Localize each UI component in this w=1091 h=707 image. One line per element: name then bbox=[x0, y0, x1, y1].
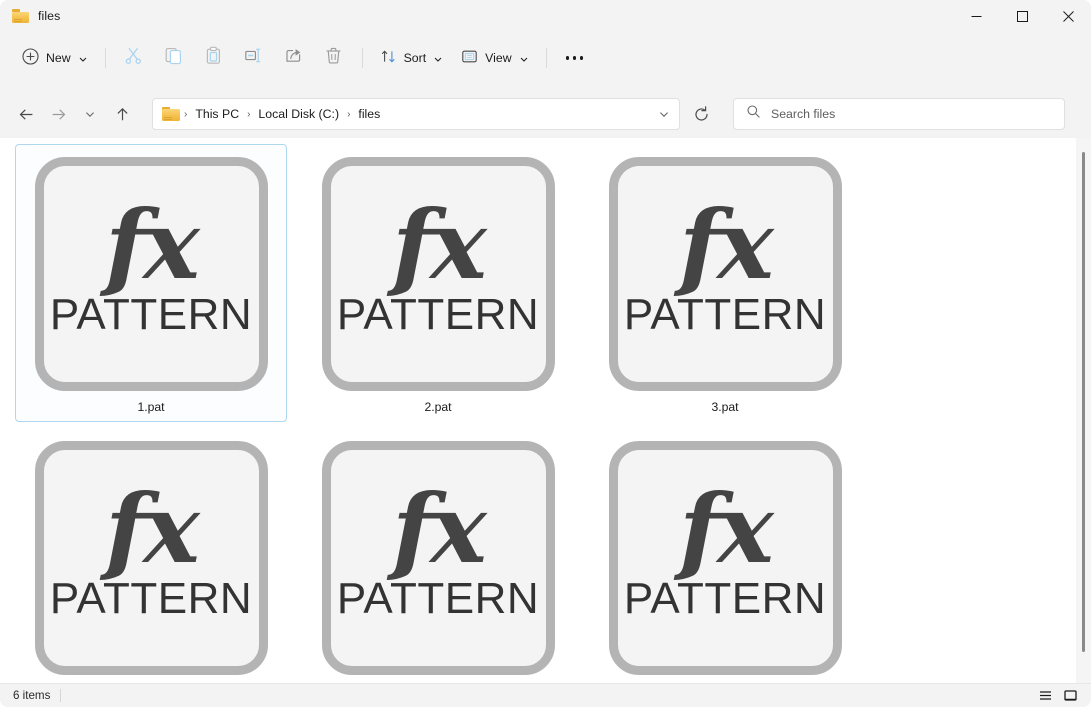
ellipsis-icon bbox=[565, 56, 584, 60]
explorer-window: files New Sort View › This PC › Local Di… bbox=[0, 0, 1091, 707]
minimize-button[interactable] bbox=[953, 0, 999, 32]
refresh-button[interactable] bbox=[684, 97, 718, 131]
share-button[interactable] bbox=[275, 42, 313, 74]
address-bar-end bbox=[651, 101, 677, 127]
status-divider bbox=[60, 689, 62, 702]
up-button[interactable] bbox=[106, 98, 138, 130]
pattern-file-icon: fx PATTERN bbox=[321, 157, 555, 391]
file-item[interactable]: fx PATTERN 1.pat bbox=[15, 144, 287, 422]
toolbar-divider-3 bbox=[545, 48, 547, 68]
search-input[interactable]: Search files bbox=[771, 107, 835, 121]
view-button[interactable]: View bbox=[452, 42, 537, 74]
toolbar-divider-1 bbox=[104, 48, 106, 68]
scissors-icon bbox=[124, 46, 143, 70]
fx-glyph: fx bbox=[105, 473, 199, 585]
sort-button-label: Sort bbox=[403, 51, 427, 65]
fx-glyph: fx bbox=[105, 189, 199, 301]
chevron-down-icon bbox=[519, 53, 529, 63]
file-name: 2.pat bbox=[424, 400, 452, 414]
window-controls bbox=[953, 0, 1091, 32]
rename-icon bbox=[244, 46, 263, 70]
large-icons-view-button[interactable] bbox=[1059, 686, 1081, 706]
search-box[interactable]: Search files bbox=[733, 98, 1065, 130]
file-name: 1.pat bbox=[137, 400, 165, 414]
plus-circle-icon bbox=[22, 48, 39, 68]
status-bar-left: 6 items bbox=[0, 689, 62, 702]
delete-button[interactable] bbox=[315, 42, 353, 74]
chevron-down-icon bbox=[433, 53, 443, 63]
address-bar-row: › This PC › Local Disk (C:) › files Sear… bbox=[0, 94, 1091, 134]
pattern-file-icon: fx PATTERN bbox=[34, 441, 268, 675]
file-name: 3.pat bbox=[711, 400, 739, 414]
view-monitor-icon bbox=[461, 48, 478, 68]
fx-glyph: fx bbox=[392, 189, 486, 301]
new-button-label: New bbox=[46, 51, 71, 65]
cut-button[interactable] bbox=[115, 42, 153, 74]
close-button[interactable] bbox=[1045, 0, 1091, 32]
file-item[interactable]: fx PATTERN 4.pat bbox=[15, 428, 287, 683]
trash-icon bbox=[324, 46, 343, 70]
forward-button[interactable] bbox=[42, 98, 74, 130]
folder-icon bbox=[12, 9, 29, 23]
breadcrumb: › This PC › Local Disk (C:) › files bbox=[183, 102, 651, 126]
status-bar: 6 items bbox=[0, 683, 1091, 707]
window-title: files bbox=[38, 9, 61, 23]
pattern-file-icon: fx PATTERN bbox=[321, 441, 555, 675]
fx-glyph: fx bbox=[392, 473, 486, 585]
file-item[interactable]: fx PATTERN 3.pat bbox=[589, 144, 861, 422]
paste-icon bbox=[204, 46, 223, 70]
chevron-down-icon bbox=[78, 53, 88, 63]
command-bar: New Sort View bbox=[0, 36, 1091, 80]
toolbar-divider-2 bbox=[361, 48, 363, 68]
pattern-label: PATTERN bbox=[336, 574, 540, 624]
scrollbar-thumb[interactable] bbox=[1082, 152, 1085, 652]
pattern-label: PATTERN bbox=[336, 290, 540, 340]
list-view-button[interactable] bbox=[1034, 686, 1056, 706]
sort-arrows-icon bbox=[380, 48, 397, 68]
share-icon bbox=[284, 46, 303, 70]
fx-glyph: fx bbox=[679, 473, 773, 585]
pattern-label: PATTERN bbox=[623, 574, 827, 624]
pattern-file-icon: fx PATTERN bbox=[608, 441, 842, 675]
file-item[interactable]: fx PATTERN 2.pat bbox=[302, 144, 574, 422]
title-bar-left: files bbox=[0, 0, 953, 32]
see-more-button[interactable] bbox=[556, 42, 594, 74]
fx-glyph: fx bbox=[679, 189, 773, 301]
breadcrumb-folder-icon bbox=[162, 106, 180, 122]
pattern-file-icon: fx PATTERN bbox=[34, 157, 268, 391]
address-bar[interactable]: › This PC › Local Disk (C:) › files bbox=[152, 98, 680, 130]
pattern-label: PATTERN bbox=[49, 290, 253, 340]
title-bar: files bbox=[0, 0, 1091, 32]
rename-button[interactable] bbox=[235, 42, 273, 74]
breadcrumb-item-local-disk[interactable]: Local Disk (C:) bbox=[251, 102, 346, 126]
maximize-button[interactable] bbox=[999, 0, 1045, 32]
recent-locations-button[interactable] bbox=[74, 98, 106, 130]
view-toggles bbox=[1034, 686, 1091, 706]
copy-button[interactable] bbox=[155, 42, 193, 74]
address-dropdown-button[interactable] bbox=[651, 101, 677, 127]
file-item[interactable]: fx PATTERN 6.pat bbox=[589, 428, 861, 683]
view-button-label: View bbox=[485, 51, 512, 65]
item-count-label: 6 items bbox=[13, 689, 51, 702]
file-list-area[interactable]: fx PATTERN 1.pat fx PATTERN 2.pat fx PAT… bbox=[0, 138, 1091, 683]
back-button[interactable] bbox=[10, 98, 42, 130]
search-icon bbox=[746, 104, 761, 124]
pattern-label: PATTERN bbox=[49, 574, 253, 624]
vertical-scrollbar[interactable] bbox=[1076, 138, 1091, 683]
pattern-file-icon: fx PATTERN bbox=[608, 157, 842, 391]
breadcrumb-item-this-pc[interactable]: This PC bbox=[188, 102, 246, 126]
sort-button[interactable]: Sort bbox=[371, 42, 453, 74]
pattern-label: PATTERN bbox=[623, 290, 827, 340]
copy-icon bbox=[164, 46, 183, 70]
file-item[interactable]: fx PATTERN 5.pat bbox=[302, 428, 574, 683]
file-grid: fx PATTERN 1.pat fx PATTERN 2.pat fx PAT… bbox=[0, 138, 1070, 683]
breadcrumb-item-files[interactable]: files bbox=[351, 102, 387, 126]
paste-button[interactable] bbox=[195, 42, 233, 74]
new-button[interactable]: New bbox=[13, 42, 97, 74]
